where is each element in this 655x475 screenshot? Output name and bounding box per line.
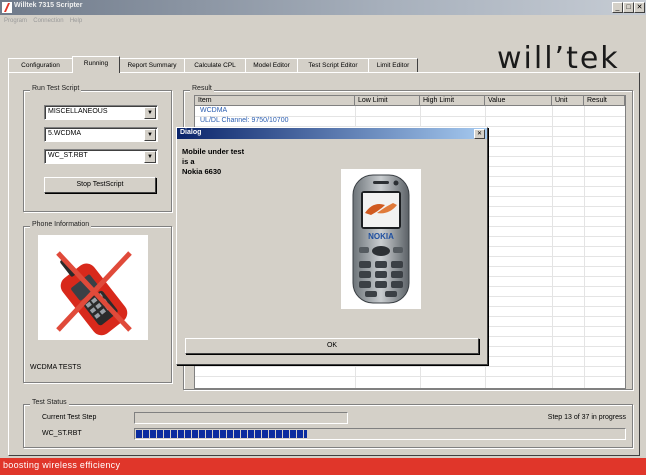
column-header-result[interactable]: Result [584,96,625,106]
script-name-label: WC_ST.RBT [42,430,82,437]
window-title: Willtek 7315 Scripter [14,2,83,9]
column-header-unit[interactable]: Unit [552,96,584,106]
column-header-item[interactable]: Item [195,96,355,106]
nokia-brand-text: NOKIA [368,232,394,241]
script-file-select[interactable]: WC_ST.RBT ▼ [44,149,158,164]
dialog-title-bar: Dialog ✕ [177,128,487,139]
willtek-logo: will’tek [497,41,620,76]
chevron-down-icon[interactable]: ▼ [144,151,156,163]
mobile-info-dialog: Dialog ✕ Mobile under test is a Nokia 66… [176,127,488,365]
crossed-phone-icon [56,251,132,336]
tab-limit-editor[interactable]: Limit Editor [368,58,418,72]
menu-program[interactable]: Program [4,15,27,27]
phone-info-caption: WCDMA TESTS [30,364,82,371]
phone-information-group: Phone Information WCDMA TESTS [23,221,172,383]
brand-footer-bar: boosting wireless efficiency [0,458,646,475]
current-test-step-label: Current Test Step [42,414,97,421]
tab-calculate-cpl[interactable]: Calculate CPL [184,58,246,72]
chevron-down-icon[interactable]: ▼ [144,107,156,119]
brand-tagline: boosting wireless efficiency [3,460,121,470]
script-file-value: WC_ST.RBT [48,152,88,159]
minimize-button[interactable]: _ [612,2,623,13]
tab-configuration[interactable]: Configuration [8,58,73,72]
column-header-low-limit[interactable]: Low Limit [355,96,420,106]
dialog-title: Dialog [180,129,202,136]
test-status-label: Test Status [30,399,69,406]
dialog-message-line: Mobile under test [182,147,245,156]
right-margin [646,0,655,475]
result-row-item[interactable]: UL/DL Channel: 9750/10700 [200,117,288,124]
menu-bar: Program Connection Help [0,15,646,27]
nokia-phone-image: NOKIA [341,169,421,309]
chevron-down-icon[interactable]: ▼ [144,129,156,141]
tab-test-script-editor[interactable]: Test Script Editor [297,58,369,72]
title-bar: Willtek 7315 Scripter _ □ ✕ [0,0,646,15]
phone-information-label: Phone Information [30,221,92,228]
column-header-high-limit[interactable]: High Limit [420,96,485,106]
script-progress-fill [136,430,307,438]
close-button[interactable]: ✕ [634,2,645,13]
dialog-message-line: Nokia 6630 [182,167,222,176]
tab-running[interactable]: Running [72,56,120,73]
run-test-script-label: Run Test Script [30,85,82,92]
script-group-select[interactable]: 5.WCDMA ▼ [44,127,158,142]
app-window: Willtek 7315 Scripter _ □ ✕ Program Conn… [0,0,647,475]
maximize-button[interactable]: □ [623,2,634,13]
tab-report-summary[interactable]: Report Summary [119,58,185,72]
dialog-close-icon[interactable]: ✕ [474,129,485,139]
menu-connection[interactable]: Connection [33,15,63,27]
grid-row-line [195,376,625,377]
dialog-message-line: is a [182,157,195,166]
step-progress-text: Step 13 of 37 in progress [547,414,626,421]
result-row-item[interactable]: WCDMA [200,107,227,114]
test-status-group: Test Status Current Test Step Step 13 of… [23,399,633,448]
nokia-phone-icon: NOKIA [352,174,410,304]
result-label: Result [190,85,214,92]
grid-row-line [195,366,625,367]
script-category-value: MISCELLANEOUS [48,108,108,115]
phone-image [38,235,148,340]
tab-model-editor[interactable]: Model Editor [245,58,298,72]
dialog-ok-button[interactable]: OK [185,338,479,354]
run-test-script-group: Run Test Script MISCELLANEOUS ▼ 5.WCDMA … [23,85,172,212]
script-progress-bar [134,428,626,440]
willtek-app-icon [2,2,12,13]
script-category-select[interactable]: MISCELLANEOUS ▼ [44,105,158,120]
stop-testscript-button[interactable]: Stop TestScript [44,177,156,193]
current-step-field [134,412,348,424]
column-header-value[interactable]: Value [485,96,552,106]
script-group-value: 5.WCDMA [48,130,82,137]
menu-help[interactable]: Help [70,15,82,27]
